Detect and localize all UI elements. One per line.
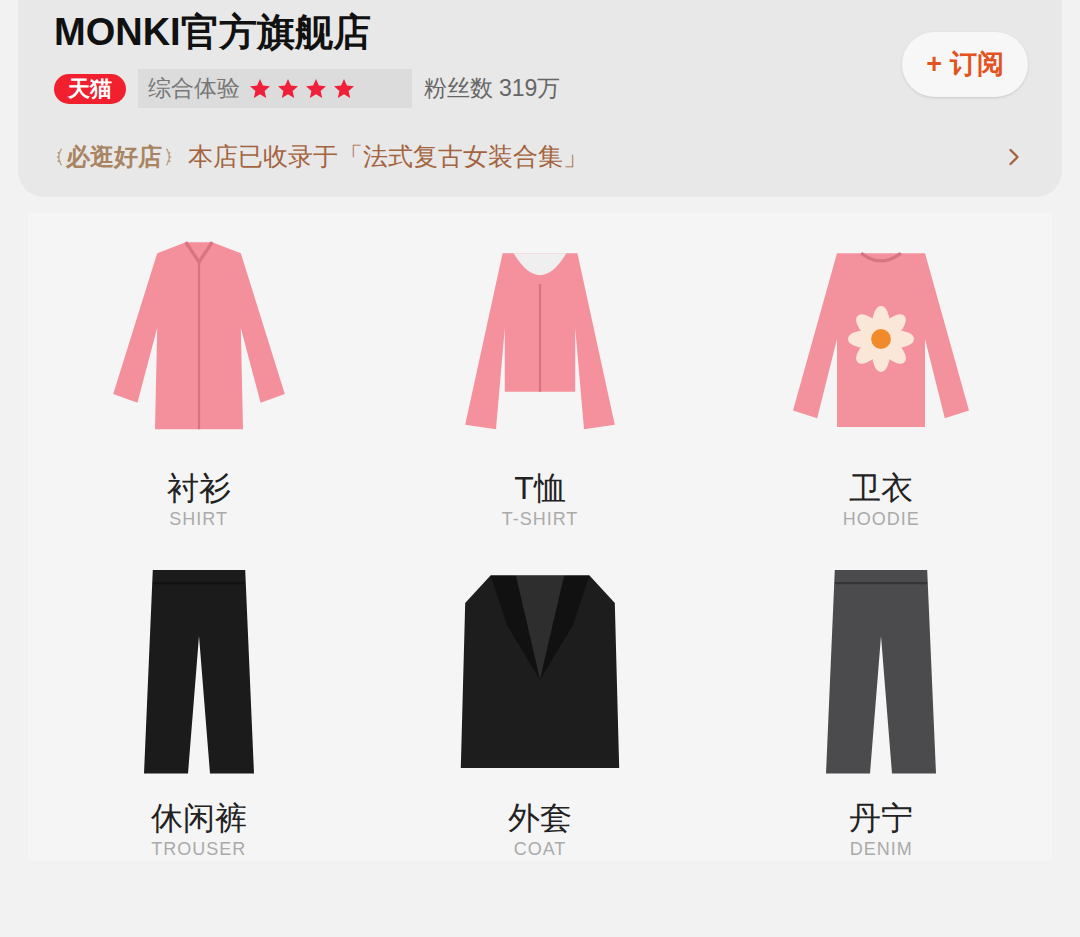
- rating: 综合体验: [138, 69, 412, 108]
- category-item[interactable]: 卫衣HOODIE: [711, 229, 1052, 531]
- star-icon: [332, 77, 356, 101]
- category-item[interactable]: 休闲裤TROUSER: [28, 559, 369, 861]
- featured-row[interactable]: 必逛好店本店已收录于「法式复古女装合集」: [54, 138, 1028, 176]
- category-label: 丹宁: [849, 799, 913, 837]
- subscribe-button[interactable]: +订阅: [902, 32, 1028, 97]
- coat-image: [430, 559, 650, 779]
- hoodie-image: [771, 229, 991, 449]
- shirt-image: [89, 229, 309, 449]
- category-label-en: SHIRT: [169, 508, 228, 531]
- category-label: 休闲裤: [151, 799, 247, 837]
- category-label: 外套: [508, 799, 572, 837]
- category-label-en: TROUSER: [151, 838, 246, 861]
- followers: 粉丝数319万: [424, 71, 560, 106]
- category-label: 衬衫: [167, 469, 231, 507]
- category-grid: 衬衫SHIRTT恤T-SHIRT卫衣HOODIE休闲裤TROUSER外套COAT…: [28, 213, 1052, 861]
- chevron-right-icon: [1000, 143, 1028, 171]
- store-header: MONKI官方旗舰店天猫综合体验粉丝数319万 +订阅必逛好店本店已收录于「法式复…: [18, 0, 1062, 197]
- laurel-icon: [164, 146, 174, 168]
- category-label-en: DENIM: [850, 838, 913, 861]
- laurel-icon: [54, 146, 64, 168]
- tee-image: [430, 229, 650, 449]
- store-name: MONKI官方旗舰店: [54, 8, 560, 57]
- store-page: MONKI官方旗舰店天猫综合体验粉丝数319万 +订阅必逛好店本店已收录于「法式复…: [0, 0, 1080, 937]
- plus-icon: +: [926, 44, 942, 85]
- featured-badge: 必逛好店: [66, 139, 162, 175]
- star-icon: [304, 77, 328, 101]
- category-label: 卫衣: [849, 469, 913, 507]
- featured-text: 本店已收录于「法式复古女装合集」: [188, 138, 588, 176]
- category-label-en: COAT: [514, 838, 567, 861]
- category-label-en: T-SHIRT: [502, 508, 579, 531]
- category-item[interactable]: T恤T-SHIRT: [369, 229, 710, 531]
- category-label: T恤: [514, 469, 566, 507]
- star-icon: [248, 77, 272, 101]
- category-item[interactable]: 衬衫SHIRT: [28, 229, 369, 531]
- star-icon: [276, 77, 300, 101]
- denim-image: [771, 559, 991, 779]
- category-item[interactable]: 外套COAT: [369, 559, 710, 861]
- platform-badge: 天猫: [54, 74, 126, 104]
- category-item[interactable]: 丹宁DENIM: [711, 559, 1052, 861]
- trouser-image: [89, 559, 309, 779]
- category-label-en: HOODIE: [843, 508, 920, 531]
